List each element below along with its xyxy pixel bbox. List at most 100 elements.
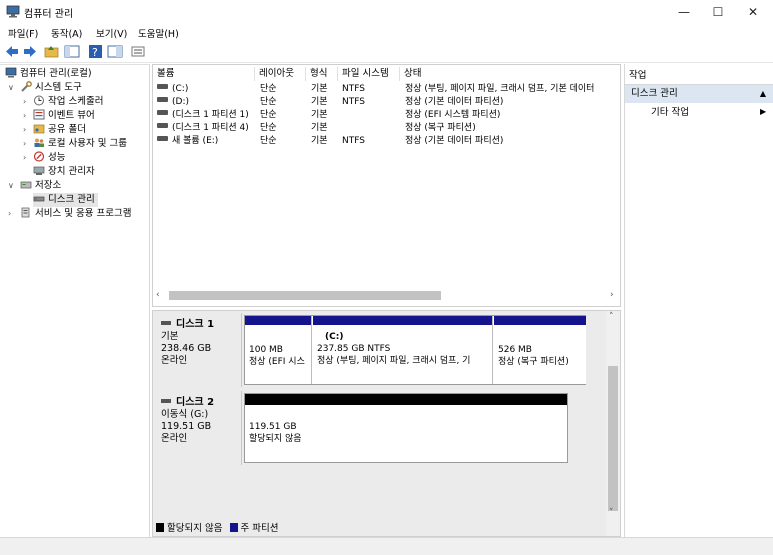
partition-bar (494, 316, 586, 325)
disk-icon (161, 321, 171, 325)
disk-2-info[interactable]: 디스크 2 이동식 (G:) 119.51 GB 온라인 (153, 391, 242, 465)
menu-help[interactable]: 도움말(H) (138, 26, 179, 40)
toolbar: ? (0, 41, 773, 63)
disk-name: 디스크 1 (176, 319, 215, 330)
partition-efi[interactable]: 100 MB 정상 (EFI 시스 (245, 316, 312, 384)
disk-1-partitions: 100 MB 정상 (EFI 시스 (C:) 237.85 GB NTFS 정상… (244, 315, 586, 385)
partition-recovery[interactable]: 526 MB 정상 (복구 파티션) (494, 316, 586, 384)
disk-kind: 이동식 (G:) (161, 409, 209, 420)
volume-icon (157, 110, 168, 115)
event-viewer-icon (33, 109, 45, 120)
tree-item-root[interactable]: 컴퓨터 관리(로컬) (5, 67, 92, 81)
partition-bar (245, 316, 311, 325)
table-row[interactable]: 새 볼륨 (E:) 단순 기본 NTFS 정상 (기본 데이터 파티션) (153, 135, 620, 148)
column-header-filesystem[interactable]: 파일 시스템 (338, 67, 400, 81)
disk-size: 238.46 GB (161, 343, 212, 354)
collapse-icon[interactable]: ▲ (760, 85, 766, 103)
tree-label: 이벤트 뷰어 (48, 110, 95, 121)
partition-label: (C:) (325, 332, 344, 342)
tree-item-shared-folders[interactable]: 공유 폴더 (33, 123, 86, 137)
scroll-up-icon[interactable]: ˄ (609, 311, 614, 323)
tree-label: 성능 (48, 152, 66, 163)
legend: 할당되지 않음 주 파티션 (156, 520, 278, 534)
column-header-status[interactable]: 상태 (400, 67, 620, 81)
disk-name: 디스크 2 (176, 397, 215, 408)
tree-item-services[interactable]: 서비스 및 응용 프로그램 (20, 207, 131, 221)
tree-item-system-tools[interactable]: 시스템 도구 (20, 81, 82, 95)
scroll-down-icon[interactable]: ˅ (609, 507, 614, 519)
tree-label: 저장소 (35, 180, 62, 191)
actions-group-disk-management[interactable]: 디스크 관리 ▲ (625, 85, 773, 103)
tree-item-storage[interactable]: 저장소 (20, 179, 61, 193)
menu-view[interactable]: 보기(V) (96, 26, 127, 40)
table-row[interactable]: (C:) 단순 기본 NTFS 정상 (부팅, 페이지 파일, 크래시 덤프, … (153, 83, 620, 96)
scroll-thumb[interactable] (169, 291, 441, 300)
forward-arrow-icon[interactable] (22, 44, 38, 59)
scroll-thumb[interactable] (608, 366, 618, 511)
clock-icon (34, 95, 44, 106)
chevron-right-icon[interactable]: › (23, 123, 26, 137)
computer-icon (5, 67, 17, 78)
unallocated-swatch (156, 523, 164, 532)
scroll-left-icon[interactable]: ‹ (156, 289, 160, 301)
table-row[interactable]: (D:) 단순 기본 NTFS 정상 (기본 데이터 파티션) (153, 96, 620, 109)
disk-1-info[interactable]: 디스크 1 기본 238.46 GB 온라인 (153, 313, 242, 387)
tree-item-task-scheduler[interactable]: 작업 스케줄러 (33, 95, 103, 109)
scroll-right-icon[interactable]: › (610, 289, 614, 301)
partition-unallocated[interactable]: 119.51 GB 할당되지 않음 (245, 394, 567, 462)
horizontal-scrollbar[interactable]: ‹ › (155, 289, 618, 301)
legend-primary: 주 파티션 (240, 523, 279, 534)
device-manager-icon (33, 166, 45, 175)
tree-item-device-manager[interactable]: 장치 관리자 (33, 165, 95, 179)
actions-pane: 작업 디스크 관리 ▲ 기타 작업 ▶ (624, 64, 773, 537)
back-arrow-icon[interactable] (4, 44, 20, 59)
table-row[interactable]: (디스크 1 파티션 1) 단순 기본 정상 (EFI 시스템 파티션) (153, 109, 620, 122)
partition-size: 237.85 GB NTFS (317, 344, 391, 354)
table-row[interactable]: (디스크 1 파티션 4) 단순 기본 정상 (복구 파티션) (153, 122, 620, 135)
chevron-right-icon[interactable]: › (8, 207, 11, 221)
close-button[interactable]: ✕ (733, 0, 773, 24)
help-icon[interactable]: ? (88, 44, 104, 59)
legend-unallocated: 할당되지 않음 (167, 523, 223, 534)
maximize-button[interactable]: ☐ (698, 0, 738, 24)
tree-label: 로컬 사용자 및 그룹 (48, 138, 127, 149)
up-folder-icon[interactable] (44, 44, 60, 59)
tree-item-event-viewer[interactable]: 이벤트 뷰어 (33, 109, 95, 123)
chevron-right-icon[interactable]: › (23, 95, 26, 109)
show-hide-tree-icon[interactable] (64, 44, 80, 59)
column-header-layout[interactable]: 레이아웃 (255, 67, 306, 81)
partition-size: 526 MB (498, 345, 532, 355)
list-view-icon[interactable] (130, 44, 146, 59)
tree-item-disk-management[interactable]: 디스크 관리 (33, 193, 98, 207)
navigation-tree: 컴퓨터 관리(로컬) ∨ 시스템 도구 › 작업 스케줄러 › 이벤트 뷰어 ›… (0, 64, 150, 537)
disk-map: 디스크 1 기본 238.46 GB 온라인 100 MB 정상 (EFI 시스… (152, 310, 621, 537)
partition-c[interactable]: (C:) 237.85 GB NTFS 정상 (부팅, 페이지 파일, 크래시 … (313, 316, 493, 384)
tree-label: 컴퓨터 관리(로컬) (20, 68, 92, 79)
submenu-arrow-icon[interactable]: ▶ (760, 107, 766, 116)
chevron-right-icon[interactable]: › (23, 137, 26, 151)
chevron-right-icon[interactable]: › (23, 151, 26, 165)
chevron-down-icon[interactable]: ∨ (8, 81, 14, 95)
performance-icon (33, 151, 45, 162)
more-actions[interactable]: 기타 작업 (651, 105, 689, 121)
actions-title: 작업 (625, 67, 773, 85)
volume-icon (157, 123, 168, 128)
vertical-scrollbar[interactable]: ˄ ˅ (606, 311, 620, 536)
partition-size: 100 MB (249, 345, 283, 355)
chevron-down-icon[interactable]: ∨ (8, 179, 14, 193)
tree-item-performance[interactable]: 성능 (33, 151, 65, 165)
chevron-right-icon[interactable]: › (23, 109, 26, 123)
services-icon (21, 207, 30, 218)
menu-file[interactable]: 파일(F) (8, 26, 38, 40)
disk-icon (33, 196, 45, 202)
column-header-volume[interactable]: 볼륨 (153, 67, 255, 81)
tree-label: 디스크 관리 (48, 194, 95, 205)
volume-list: 볼륨 레이아웃 형식 파일 시스템 상태 (C:) 단순 기본 NTFS 정상 … (152, 64, 621, 307)
disk-2-partitions: 119.51 GB 할당되지 않음 (244, 393, 568, 463)
tree-item-local-users[interactable]: 로컬 사용자 및 그룹 (33, 137, 127, 151)
svg-text:?: ? (92, 46, 98, 59)
properties-icon[interactable] (107, 44, 123, 59)
disk-kind: 기본 (161, 331, 179, 342)
menu-action[interactable]: 동작(A) (51, 26, 82, 40)
column-header-type[interactable]: 형식 (306, 67, 338, 81)
